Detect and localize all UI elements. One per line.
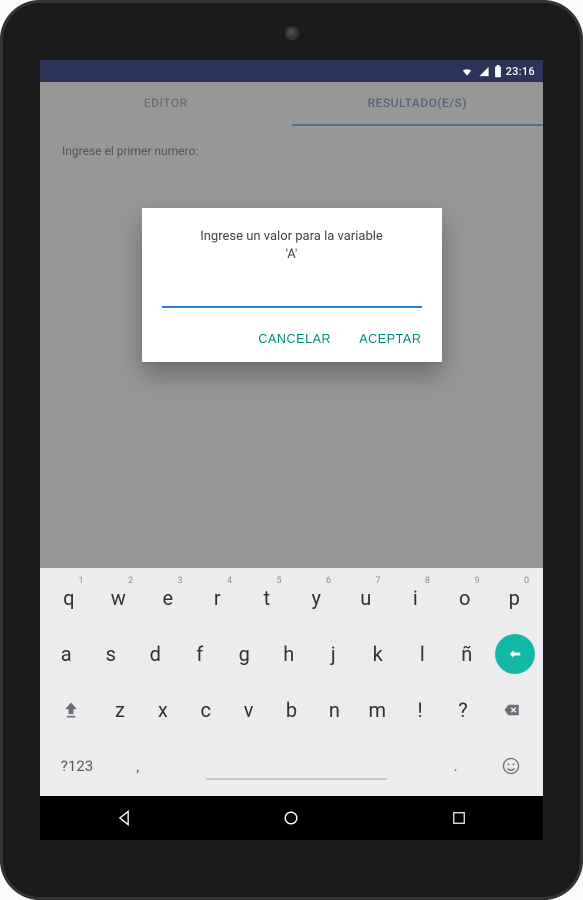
key-w[interactable]: w2: [96, 574, 142, 622]
nav-back-button[interactable]: [100, 802, 148, 834]
dialog-actions: CANCELAR ACEPTAR: [162, 332, 422, 352]
key-delete[interactable]: [486, 686, 537, 734]
variable-value-input[interactable]: [162, 288, 422, 304]
nav-home-button[interactable]: [267, 802, 315, 834]
dialog-title-line2: 'A': [286, 247, 298, 262]
key-j[interactable]: j: [313, 630, 354, 678]
key-q[interactable]: q1: [46, 574, 92, 622]
input-dialog: Ingrese un valor para la variable 'A' CA…: [142, 208, 442, 362]
signal-icon: [478, 66, 490, 77]
keyboard-row-4: ?123, .: [44, 742, 539, 790]
key-i[interactable]: i8: [393, 574, 439, 622]
key-a[interactable]: a: [46, 630, 87, 678]
dialog-title-line1: Ingrese un valor para la variable: [200, 229, 383, 244]
key-s[interactable]: s: [91, 630, 132, 678]
keyboard-row-2: asdfghjklñ: [44, 630, 539, 678]
dialog-input-underline: [162, 286, 422, 308]
key-![interactable]: !: [401, 686, 440, 734]
wifi-icon: [460, 66, 474, 77]
key-?[interactable]: ?: [444, 686, 483, 734]
key-symbols[interactable]: ?123: [46, 742, 108, 790]
key-space[interactable]: [168, 742, 426, 790]
key-t[interactable]: t5: [244, 574, 290, 622]
key-v[interactable]: v: [229, 686, 268, 734]
key-enter[interactable]: [495, 634, 535, 674]
front-camera: [285, 26, 299, 40]
key-shift[interactable]: [46, 686, 97, 734]
soft-keyboard: q1w2e3r4t5y6u7i8o9p0 asdfghjklñ zxcvbnm!…: [40, 568, 543, 796]
key-p[interactable]: p0: [492, 574, 538, 622]
key-h[interactable]: h: [269, 630, 310, 678]
key-e[interactable]: e3: [145, 574, 191, 622]
key-f[interactable]: f: [180, 630, 221, 678]
status-bar: 23:16: [40, 60, 543, 82]
key-period[interactable]: .: [430, 742, 482, 790]
battery-icon: [494, 65, 502, 78]
key-l[interactable]: l: [402, 630, 443, 678]
key-b[interactable]: b: [272, 686, 311, 734]
tablet-frame: 23:16 EDITOR RESULTADO(E/S) Ingrese el p…: [0, 0, 583, 900]
key-c[interactable]: c: [186, 686, 225, 734]
key-emoji[interactable]: [485, 742, 537, 790]
key-o[interactable]: o9: [442, 574, 488, 622]
cancel-button[interactable]: CANCELAR: [258, 332, 331, 346]
key-u[interactable]: u7: [343, 574, 389, 622]
key-d[interactable]: d: [135, 630, 176, 678]
android-nav-bar: [40, 796, 543, 840]
screen: 23:16 EDITOR RESULTADO(E/S) Ingrese el p…: [40, 60, 543, 840]
key-x[interactable]: x: [143, 686, 182, 734]
accept-button[interactable]: ACEPTAR: [359, 332, 421, 346]
key-k[interactable]: k: [358, 630, 399, 678]
key-comma[interactable]: ,: [112, 742, 164, 790]
status-time: 23:16: [506, 65, 535, 78]
keyboard-row-3: zxcvbnm!?: [44, 686, 539, 734]
nav-recents-button[interactable]: [435, 802, 483, 834]
key-ñ[interactable]: ñ: [447, 630, 488, 678]
key-y[interactable]: y6: [294, 574, 340, 622]
key-n[interactable]: n: [315, 686, 354, 734]
keyboard-row-1: q1w2e3r4t5y6u7i8o9p0: [44, 574, 539, 622]
key-r[interactable]: r4: [195, 574, 241, 622]
key-z[interactable]: z: [101, 686, 140, 734]
dialog-title: Ingrese un valor para la variable 'A': [162, 228, 422, 264]
key-m[interactable]: m: [358, 686, 397, 734]
key-g[interactable]: g: [224, 630, 265, 678]
